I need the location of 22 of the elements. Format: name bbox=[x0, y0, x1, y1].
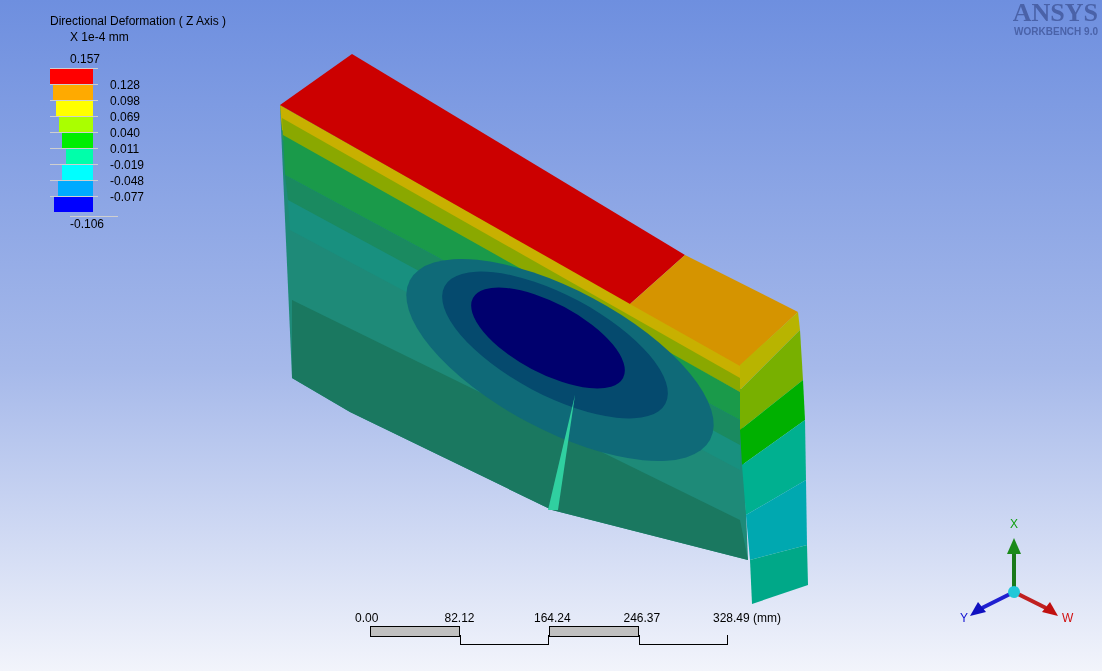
legend-value: 0.069 bbox=[110, 110, 141, 124]
legend-title: Directional Deformation ( Z Axis ) bbox=[50, 14, 227, 28]
scale-value: 246.37 bbox=[623, 611, 661, 625]
scale-value: 164.24 bbox=[534, 611, 571, 625]
scale-value: 0.00 bbox=[355, 611, 379, 625]
brand-logo: ANSYS bbox=[1012, 0, 1098, 26]
legend-units: X 1e-4 mm bbox=[70, 30, 130, 44]
legend-min-value: -0.106 bbox=[70, 216, 118, 231]
axis-label: X bbox=[1010, 517, 1018, 531]
axis-label: Y bbox=[960, 611, 968, 625]
legend-value: -0.077 bbox=[110, 190, 145, 204]
scale-value: 328.49 (mm) bbox=[713, 611, 782, 625]
axis-label: W bbox=[1062, 611, 1074, 625]
legend-max-value: 0.157 bbox=[70, 52, 102, 66]
legend-value: 0.040 bbox=[110, 126, 141, 140]
legend-value: -0.019 bbox=[110, 158, 145, 172]
legend-value: -0.048 bbox=[110, 174, 145, 188]
legend-value: 0.011 bbox=[110, 142, 140, 156]
scale-value: 82.12 bbox=[444, 611, 475, 625]
product-name: WORKBENCH 9.0 bbox=[1014, 26, 1098, 37]
legend-value: 0.128 bbox=[110, 78, 141, 92]
legend-value: 0.098 bbox=[110, 94, 141, 108]
